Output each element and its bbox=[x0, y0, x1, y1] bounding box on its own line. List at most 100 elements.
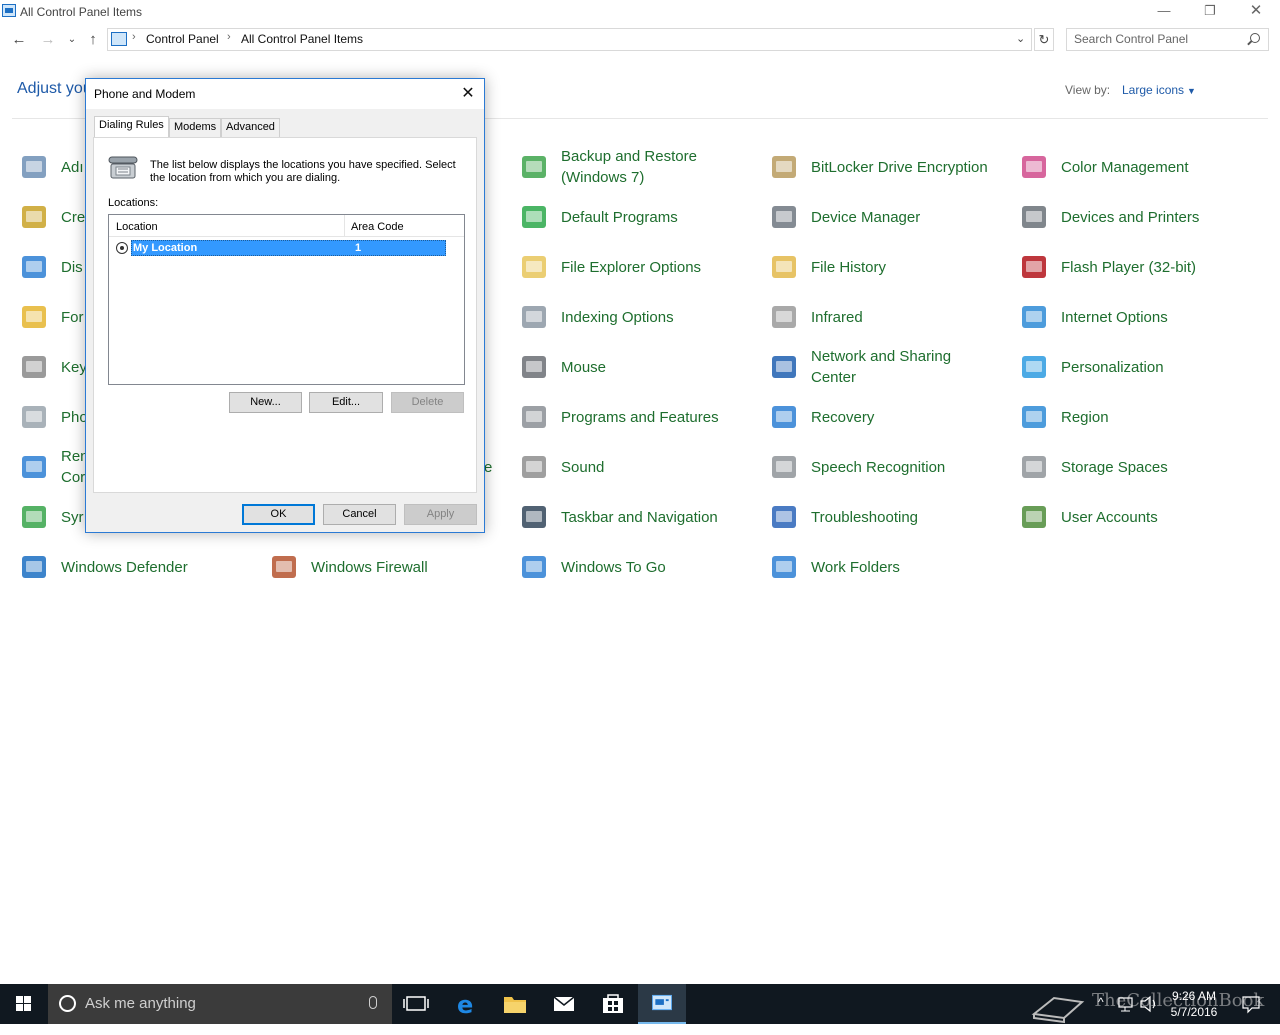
item-label[interactable]: Personalization bbox=[1061, 357, 1261, 378]
control-panel-item[interactable]: Programs and Features bbox=[518, 395, 763, 441]
ok-button[interactable]: OK bbox=[242, 504, 315, 525]
phone-modem-icon[interactable] bbox=[18, 401, 50, 433]
search-input[interactable] bbox=[1074, 32, 1244, 46]
view-by-value[interactable]: Large icons bbox=[1122, 83, 1184, 97]
refresh-icon[interactable]: ↻ bbox=[1034, 28, 1054, 51]
remoteapp-icon[interactable] bbox=[18, 451, 50, 483]
control-panel-item[interactable]: Personalization bbox=[1018, 345, 1263, 391]
search-box[interactable] bbox=[1066, 28, 1269, 51]
file-history-icon[interactable] bbox=[768, 251, 800, 283]
network-sharing-icon[interactable] bbox=[768, 351, 800, 383]
programs-features-icon[interactable] bbox=[518, 401, 550, 433]
column-divider[interactable] bbox=[344, 215, 345, 237]
control-panel-taskbar-icon[interactable] bbox=[638, 984, 686, 1024]
item-label[interactable]: Programs and Features bbox=[561, 407, 761, 428]
sync-center-icon[interactable] bbox=[18, 501, 50, 533]
control-panel-item[interactable]: Windows Defender bbox=[18, 545, 263, 591]
work-folders-icon[interactable] bbox=[768, 551, 800, 583]
item-label[interactable]: Storage Spaces bbox=[1061, 457, 1261, 478]
column-header-area-code[interactable]: Area Code bbox=[351, 221, 404, 233]
windows-start-icon[interactable] bbox=[0, 984, 48, 1024]
tab-advanced[interactable]: Advanced bbox=[221, 118, 280, 137]
mail-icon[interactable] bbox=[540, 984, 588, 1024]
indexing-options-icon[interactable] bbox=[518, 301, 550, 333]
control-panel-item[interactable]: Infrared bbox=[768, 295, 1013, 341]
locations-list[interactable]: Location Area Code My Location 1 bbox=[108, 214, 465, 385]
default-programs-icon[interactable] bbox=[518, 201, 550, 233]
troubleshooting-icon[interactable] bbox=[768, 501, 800, 533]
tab-modems[interactable]: Modems bbox=[169, 118, 221, 137]
new-button[interactable]: New... bbox=[229, 392, 302, 413]
windows-to-go-icon[interactable] bbox=[518, 551, 550, 583]
edit-button[interactable]: Edit... bbox=[309, 392, 383, 413]
item-label[interactable]: Flash Player (32-bit) bbox=[1061, 257, 1261, 278]
microphone-icon[interactable] bbox=[369, 996, 377, 1009]
personalization-icon[interactable] bbox=[1018, 351, 1050, 383]
item-label[interactable]: User Accounts bbox=[1061, 507, 1261, 528]
control-panel-item[interactable]: Work Folders bbox=[768, 545, 1013, 591]
view-by-dropdown[interactable]: Large icons ▼ bbox=[1122, 83, 1196, 97]
address-dropdown-icon[interactable]: ⌄ bbox=[1016, 32, 1025, 45]
control-panel-item[interactable]: Indexing Options bbox=[518, 295, 763, 341]
item-label[interactable]: e bbox=[484, 457, 684, 478]
credential-manager-icon[interactable] bbox=[18, 201, 50, 233]
item-label[interactable]: Recovery bbox=[811, 407, 1011, 428]
item-label[interactable]: Devices and Printers bbox=[1061, 207, 1261, 228]
administrative-tools-icon[interactable] bbox=[18, 151, 50, 183]
breadcrumb-all-items[interactable]: All Control Panel Items bbox=[241, 32, 363, 46]
control-panel-item[interactable]: Taskbar and Navigation bbox=[518, 495, 763, 541]
item-label[interactable]: Speech Recognition bbox=[811, 457, 1011, 478]
up-arrow-icon[interactable]: ↑ bbox=[83, 30, 103, 50]
file-explorer-options-icon[interactable] bbox=[518, 251, 550, 283]
item-label[interactable]: Device Manager bbox=[811, 207, 1011, 228]
internet-options-icon[interactable] bbox=[1018, 301, 1050, 333]
volume-icon[interactable] bbox=[1138, 984, 1160, 1024]
devices-printers-icon[interactable] bbox=[1018, 201, 1050, 233]
item-label[interactable]: File History bbox=[811, 257, 1011, 278]
device-manager-icon[interactable] bbox=[768, 201, 800, 233]
storage-spaces-icon[interactable] bbox=[1018, 451, 1050, 483]
item-label[interactable]: Region bbox=[1061, 407, 1261, 428]
control-panel-item[interactable]: Troubleshooting bbox=[768, 495, 1013, 541]
column-header-location[interactable]: Location bbox=[116, 221, 158, 233]
bitlocker-icon[interactable] bbox=[768, 151, 800, 183]
item-label[interactable]: Color Management bbox=[1061, 157, 1261, 178]
flash-player-icon[interactable] bbox=[1018, 251, 1050, 283]
cortana-search-box[interactable]: Ask me anything bbox=[48, 984, 392, 1024]
edge-browser-icon[interactable]: e bbox=[442, 984, 490, 1024]
restore-button[interactable]: ❐ bbox=[1187, 0, 1233, 24]
control-panel-item[interactable]: Default Programs bbox=[518, 195, 763, 241]
recent-locations-chevron-icon[interactable]: ⌄ bbox=[62, 30, 82, 50]
breadcrumb-control-panel[interactable]: Control Panel bbox=[146, 32, 219, 46]
control-panel-item[interactable]: Devices and Printers bbox=[1018, 195, 1263, 241]
control-panel-item[interactable]: Region bbox=[1018, 395, 1263, 441]
speech-recognition-icon[interactable] bbox=[768, 451, 800, 483]
item-label[interactable]: File Explorer Options bbox=[561, 257, 761, 278]
item-label[interactable]: Indexing Options bbox=[561, 307, 761, 328]
item-label[interactable]: Internet Options bbox=[1061, 307, 1261, 328]
control-panel-item[interactable]: Recovery bbox=[768, 395, 1013, 441]
network-icon[interactable] bbox=[1116, 984, 1136, 1024]
cancel-button[interactable]: Cancel bbox=[323, 504, 396, 525]
system-clock[interactable]: 9:26 AM 5/7/2016 bbox=[1158, 988, 1230, 1020]
backup-restore-icon[interactable] bbox=[518, 151, 550, 183]
region-icon[interactable] bbox=[1018, 401, 1050, 433]
forward-arrow-icon[interactable]: → bbox=[38, 30, 58, 50]
control-panel-item[interactable]: User Accounts bbox=[1018, 495, 1263, 541]
location-row[interactable]: My Location 1 bbox=[113, 240, 446, 256]
dropdown-arrow-icon[interactable]: ▼ bbox=[1187, 86, 1196, 96]
control-panel-item[interactable]: Internet Options bbox=[1018, 295, 1263, 341]
item-label[interactable]: Mouse bbox=[561, 357, 761, 378]
close-button[interactable]: ✕ bbox=[1233, 0, 1279, 24]
control-panel-item[interactable]: Windows Firewall bbox=[268, 545, 513, 591]
control-panel-item[interactable]: Storage Spaces bbox=[1018, 445, 1263, 491]
control-panel-item[interactable]: Windows To Go bbox=[518, 545, 763, 591]
control-panel-item[interactable]: Network and Sharing Center bbox=[768, 345, 1013, 391]
item-label[interactable]: Default Programs bbox=[561, 207, 761, 228]
breadcrumb-separator-icon[interactable]: › bbox=[132, 31, 136, 43]
dialog-close-icon[interactable]: ✕ bbox=[456, 83, 480, 105]
control-panel-item[interactable]: File Explorer Options bbox=[518, 245, 763, 291]
task-view-icon[interactable] bbox=[392, 984, 440, 1024]
show-hidden-icons-icon[interactable]: ^ bbox=[1098, 995, 1104, 1035]
location-radio-icon[interactable] bbox=[116, 242, 128, 254]
